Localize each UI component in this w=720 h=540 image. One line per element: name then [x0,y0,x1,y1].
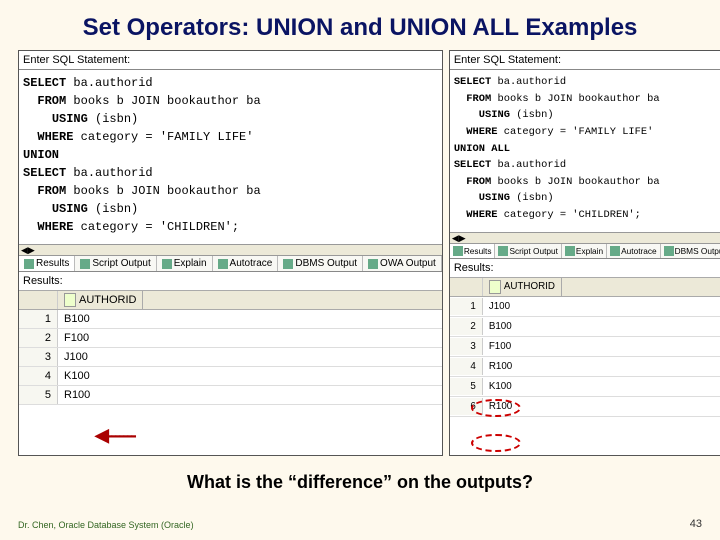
tab-icon [162,259,172,269]
tab-icon [80,259,90,269]
row-value: J100 [483,298,516,315]
footer-text: Dr. Chen, Oracle Database System (Oracle… [18,520,194,530]
left-column-name: AUTHORID [79,294,136,306]
row-value: R100 [483,398,518,415]
tab-icon [565,246,575,256]
table-row[interactable]: 6R100 [450,397,720,417]
right-sql-label: Enter SQL Statement: [450,51,720,70]
row-number: 4 [450,358,483,375]
left-sql-label: Enter SQL Statement: [19,51,442,70]
right-nav-arrows[interactable]: ◀▶ [450,232,720,244]
tab-label: DBMS Output [675,246,720,256]
row-number: 6 [450,398,483,415]
tab-icon [24,259,34,269]
left-column-header[interactable]: AUTHORID [58,291,143,309]
row-number: 1 [450,298,483,315]
right-results-label: Results: [450,259,720,277]
right-sql-editor[interactable]: SELECT ba.authorid FROM books b JOIN boo… [450,70,720,232]
row-value: B100 [483,318,518,335]
tab-explain[interactable]: Explain [157,256,213,271]
left-sql-editor[interactable]: SELECT ba.authorid FROM books b JOIN boo… [19,70,442,244]
table-row[interactable]: 5R100 [19,386,442,405]
tab-icon [610,246,620,256]
right-panel: Enter SQL Statement: SELECT ba.authorid … [449,50,720,456]
table-row[interactable]: 5K100 [450,377,720,397]
row-number: 3 [450,338,483,355]
table-row[interactable]: 4K100 [19,367,442,386]
tab-icon [218,259,228,269]
right-column-header[interactable]: AUTHORID [483,278,562,296]
tab-label: Explain [576,246,603,256]
row-value: R100 [58,386,96,404]
tab-label: Explain [174,258,207,269]
question-text: What is the “difference” on the outputs? [0,456,720,493]
left-results-table: AUTHORID 1B1002F1003J1004K1005R100 [19,290,442,405]
row-number: 1 [19,310,58,328]
left-panel: Enter SQL Statement: SELECT ba.authorid … [18,50,443,456]
tab-icon [453,246,463,256]
row-value: F100 [483,338,517,355]
row-value: R100 [483,358,518,375]
row-value: B100 [58,310,96,328]
tab-explain[interactable]: Explain [562,244,607,258]
tab-owa output[interactable]: OWA Output [363,256,442,271]
tab-label: Script Output [509,246,557,256]
row-number: 5 [19,386,58,404]
tab-icon [498,246,508,256]
tab-results[interactable]: Results [450,244,496,258]
tab-label: Results [464,246,492,256]
tab-icon [283,259,293,269]
row-value: K100 [58,367,96,385]
column-icon [64,293,76,307]
slide-title: Set Operators: UNION and UNION ALL Examp… [0,0,720,50]
table-row[interactable]: 3J100 [19,348,442,367]
tab-script output[interactable]: Script Output [75,256,156,271]
right-column-name: AUTHORID [504,281,555,292]
column-icon [489,280,501,294]
page-number: 43 [690,518,702,530]
tab-label: Autotrace [230,258,273,269]
tab-label: DBMS Output [295,258,357,269]
row-number: 4 [19,367,58,385]
right-results-table: AUTHORID 1J1002B1003F1004R1005K1006R100 [450,277,720,417]
tab-results[interactable]: Results [19,256,75,271]
row-number: 5 [450,378,483,395]
row-value: J100 [58,348,94,366]
tab-dbms output[interactable]: DBMS Output [661,244,720,258]
row-number: 3 [19,348,58,366]
left-tabs: Results Script Output Explain Autotrace DBMS… [19,256,442,272]
tab-label: Autotrace [621,246,657,256]
right-tabs: Results Script Output Explain Autotrace DBMS… [450,244,720,259]
table-row[interactable]: 2F100 [19,329,442,348]
tab-label: Script Output [92,258,150,269]
tab-dbms output[interactable]: DBMS Output [278,256,363,271]
tab-icon [368,259,378,269]
table-row[interactable]: 1J100 [450,297,720,317]
row-number: 2 [450,318,483,335]
tab-label: OWA Output [380,258,436,269]
table-row[interactable]: 2B100 [450,317,720,337]
row-value: K100 [483,378,518,395]
tab-autotrace[interactable]: Autotrace [607,244,661,258]
left-nav-arrows[interactable]: ◀▶ [19,244,442,256]
row-value: F100 [58,329,95,347]
tab-script output[interactable]: Script Output [495,244,561,258]
left-arrow-annotation: ◀------- [95,425,135,446]
tab-label: Results [36,258,69,269]
row-number: 2 [19,329,58,347]
table-row[interactable]: 1B100 [19,310,442,329]
left-results-label: Results: [19,272,442,290]
circle-annotation-row6 [471,434,521,452]
table-row[interactable]: 4R100 [450,357,720,377]
tab-autotrace[interactable]: Autotrace [213,256,279,271]
table-row[interactable]: 3F100 [450,337,720,357]
tab-icon [664,246,674,256]
